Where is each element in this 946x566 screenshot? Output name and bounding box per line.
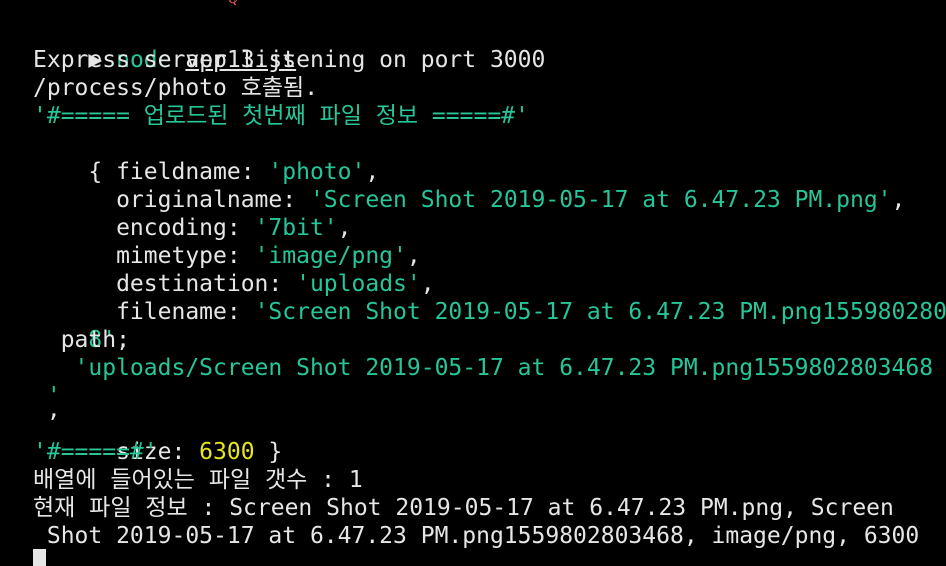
text-cursor [33,549,46,566]
output-line: '#=====#' [33,439,158,465]
terminal-window[interactable]: ℚ ▶ node app13.js Express server listeni… [0,0,946,566]
output-line: '#===== 업로드된 첫번째 파일 정보 =====#' [33,103,529,129]
output-line: originalname: 'Screen Shot 2019-05-17 at… [33,158,905,213]
output-line: path: [33,327,130,353]
output-line: encoding: '7bit', [33,186,351,241]
output-line: { fieldname: 'photo', [33,130,379,185]
output-line: mimetype: 'image/png', [33,214,421,269]
prompt-line: ▶ node app13.js [33,18,296,73]
output-line: destination: 'uploads', [33,242,435,297]
output-line: 8', [33,298,130,353]
output-line: 현재 파일 정보 : Screen Shot 2019-05-17 at 6.4… [33,495,894,521]
punctuation: } [254,439,283,465]
output-line: size: 6300 } [33,410,282,465]
output-line: 'uploads/Screen Shot 2019-05-17 at 6.47.… [33,355,934,381]
output-line: Express server listening on port 3000 [33,47,546,73]
scroll-marker-icon: ℚ [228,0,238,6]
output-line: 배열에 들어있는 파일 갯수 : 1 [33,467,363,493]
object-number-value: 6300 [199,439,255,465]
object-value: 'Screen Shot 2019-05-17 at 6.47.23 PM.pn… [254,299,946,325]
output-line: Shot 2019-05-17 at 6.47.23 PM.png1559802… [33,523,920,549]
object-value: 'Screen Shot 2019-05-17 at 6.47.23 PM.pn… [309,187,892,213]
output-line: filename: 'Screen Shot 2019-05-17 at 6.4… [33,270,946,325]
punctuation: , [891,187,906,213]
output-line: /process/photo 호출됨. [33,75,319,101]
